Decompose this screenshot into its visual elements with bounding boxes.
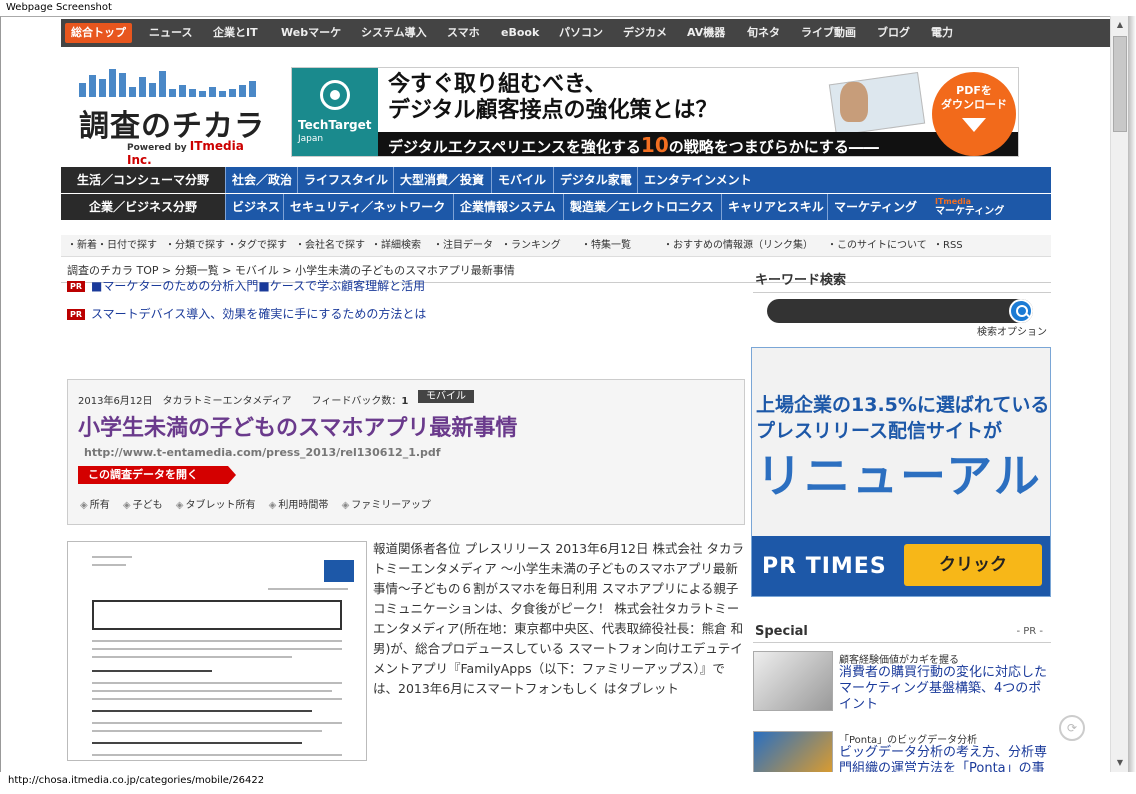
category-enterprise-systems[interactable]: 企業情報システム xyxy=(453,194,562,220)
subnav-new[interactable]: ・新着・日付で探す xyxy=(67,235,157,257)
topnav-item-ebook[interactable]: eBook xyxy=(501,19,539,47)
article-company: タカラトミーエンタメディア xyxy=(162,396,292,407)
category-manufacturing[interactable]: 製造業／エレクトロニクス xyxy=(563,194,720,220)
scroll-down-icon[interactable]: ▼ xyxy=(1111,754,1129,772)
topnav-item-live-video[interactable]: ライブ動画 xyxy=(801,19,856,47)
topnav-item-enterprise-it[interactable]: 企業とIT xyxy=(213,19,258,47)
status-bar: http://chosa.itmedia.co.jp/categories/mo… xyxy=(0,772,1136,794)
search-button[interactable] xyxy=(1009,299,1033,323)
tag-tablet-ownership[interactable]: タブレット所有 xyxy=(176,500,256,511)
press-release-thumbnail[interactable] xyxy=(67,541,367,761)
category-consumption[interactable]: 大型消費／投資 xyxy=(393,167,490,193)
pr-link-2[interactable]: PR スマートデバイス導入、効果を確実に手にするための方法とは xyxy=(67,305,426,322)
category-mobile[interactable]: モバイル xyxy=(491,167,552,193)
special-item[interactable]: 顧客経験価値がカギを握る 消費者の購買行動の変化に対応したマーケティング基盤構築… xyxy=(753,651,1051,721)
keyword-search-heading: キーワード検索 xyxy=(753,269,1051,293)
pdf-download-button[interactable]: PDFを ダウンロード xyxy=(932,72,1016,156)
article-source-url[interactable]: http://www.t-entamedia.com/press_2013/re… xyxy=(84,446,441,459)
article-body: 報道関係者各位 プレスリリース 2013年6月12日 株式会社 タカラトミーエン… xyxy=(373,541,744,696)
logo-powered-by: Powered by ITmedia Inc. xyxy=(127,139,244,167)
techtarget-logo: TechTarget Japan xyxy=(292,68,378,156)
site-logo[interactable]: 調査のチカラ Powered by ITmedia Inc. xyxy=(79,65,269,167)
category-digital-appliances[interactable]: デジタル家電 xyxy=(553,167,638,193)
tag-children[interactable]: 子ども xyxy=(123,500,163,511)
keyword-search-input[interactable] xyxy=(767,299,1033,323)
window-shadow xyxy=(1128,16,1136,772)
top-ad-banner[interactable]: TechTarget Japan 今すぐ取り組むべき、 デジタル顧客接点の強化策… xyxy=(291,67,1019,157)
pr-times-logo: PR TIMES xyxy=(762,554,887,579)
scrollbar-thumb[interactable] xyxy=(1113,36,1127,132)
open-data-button[interactable]: この調査データを開く xyxy=(78,466,236,484)
banner-headline: 今すぐ取り組むべき、 デジタル顧客接点の強化策とは？ xyxy=(388,72,718,123)
business-category-head[interactable]: 企業／ビジネス分野 xyxy=(61,194,225,220)
special-pr-label: - PR - xyxy=(1016,626,1043,637)
topnav-item-smartphone[interactable]: スマホ xyxy=(447,19,480,47)
tag-familyapps[interactable]: ファミリーアップ xyxy=(342,500,431,511)
share-icon[interactable]: ⟳ xyxy=(1059,715,1085,741)
topnav-item-digicam[interactable]: デジカメ xyxy=(623,19,667,47)
business-category-row: 企業／ビジネス分野 ビジネス セキュリティ／ネットワーク 企業情報システム 製造… xyxy=(61,194,1051,220)
topnav-item-trend[interactable]: 旬ネタ xyxy=(747,19,780,47)
pr-badge: PR xyxy=(67,281,86,292)
article-title: 小学生未満の子どものスマホアプリ最新事情 xyxy=(78,416,518,441)
category-career[interactable]: キャリアとスキル xyxy=(721,194,830,220)
consumer-category-head[interactable]: 生活／コンシューマ分野 xyxy=(61,167,225,193)
category-marketing[interactable]: マーケティング xyxy=(827,194,923,220)
pr-times-ad[interactable]: 上場企業の13.5%に選ばれている プレスリリース配信サイトが リニューアル P… xyxy=(751,347,1051,597)
topnav-item-pc[interactable]: パソコン xyxy=(559,19,603,47)
subnav-by-tag[interactable]: ・タグで探す xyxy=(227,235,287,257)
subnav-rss[interactable]: ・RSS xyxy=(933,235,963,257)
category-business[interactable]: ビジネス xyxy=(225,194,286,220)
tag-ownership[interactable]: 所有 xyxy=(80,500,110,511)
consumer-category-row: 生活／コンシューマ分野 社会／政治 ライフスタイル 大型消費／投資 モバイル デ… xyxy=(61,167,1051,193)
top-navigation: 総合トップ ニュース 企業とIT Webマーケ システム導入 スマホ eBook… xyxy=(61,19,1110,47)
subnav-featured[interactable]: ・注目データ xyxy=(433,235,493,257)
banner-person-image xyxy=(840,82,868,122)
ad-click-button[interactable]: クリック xyxy=(904,544,1042,586)
article-meta: 2013年6月12日 タカラトミーエンタメディア フィードバック数：1 xyxy=(78,396,409,407)
topnav-item-top[interactable]: 総合トップ xyxy=(65,23,132,43)
pr-badge: PR xyxy=(67,309,86,320)
search-options-link[interactable]: 検索オプション xyxy=(977,323,1047,338)
vertical-scrollbar[interactable]: ▲ ▼ xyxy=(1110,16,1129,772)
special-item[interactable]: 「Ponta」のビッグデータ分析 ビッグデータ分析の考え方、分析専門組織の運営方… xyxy=(753,731,1051,772)
logo-bars-icon xyxy=(79,65,259,97)
category-society[interactable]: 社会／政治 xyxy=(225,167,298,193)
topnav-item-av[interactable]: AV機器 xyxy=(687,19,725,47)
subnav-recommended[interactable]: ・おすすめの情報源（リンク集） xyxy=(663,235,813,257)
category-lifestyle[interactable]: ライフスタイル xyxy=(297,167,394,193)
download-arrow-icon xyxy=(962,118,986,132)
tag-usage-time[interactable]: 利用時間帯 xyxy=(269,500,329,511)
pr-link-1[interactable]: PR ■マーケターのための分析入門■ケースで学ぶ顧客理解と活用 xyxy=(67,277,425,294)
sub-navigation: ・新着・日付で探す ・分類で探す ・タグで探す ・会社名で探す ・詳細検索 ・注… xyxy=(61,235,1051,257)
subnav-ranking[interactable]: ・ランキング xyxy=(501,235,561,257)
browser-viewport: 総合トップ ニュース 企業とIT Webマーケ システム導入 スマホ eBook… xyxy=(0,16,1110,772)
special-heading: Special - PR - xyxy=(753,621,1051,643)
category-entertainment[interactable]: エンタテインメント xyxy=(637,167,758,193)
topnav-item-web-marketing[interactable]: Webマーケ xyxy=(281,19,341,47)
takara-tomy-logo xyxy=(324,560,354,582)
subnav-by-company[interactable]: ・会社名で探す xyxy=(295,235,365,257)
category-security[interactable]: セキュリティ／ネットワーク xyxy=(283,194,451,220)
subnav-about[interactable]: ・このサイトについて xyxy=(827,235,927,257)
subnav-features[interactable]: ・特集一覧 xyxy=(581,235,631,257)
article-header: 2013年6月12日 タカラトミーエンタメディア フィードバック数：1 モバイル… xyxy=(67,379,745,525)
article-category-badge[interactable]: モバイル xyxy=(418,390,474,403)
banner-strip: デジタルエクスペリエンスを強化する10の戦略をつまびらかにする―― xyxy=(378,132,1018,156)
subnav-advanced-search[interactable]: ・詳細検索 xyxy=(371,235,421,257)
window-title: Webpage Screenshot xyxy=(0,0,1136,16)
eye-icon xyxy=(320,80,350,110)
topnav-item-blog[interactable]: ブログ xyxy=(877,19,910,47)
itmedia-marketing-logo[interactable]: ITmedia マーケティング xyxy=(935,197,1004,217)
article-tags: 所有 子ども タブレット所有 利用時間帯 ファミリーアップ xyxy=(80,496,441,511)
topnav-item-system[interactable]: システム導入 xyxy=(361,19,427,47)
special-item-image xyxy=(753,731,833,772)
scroll-up-icon[interactable]: ▲ xyxy=(1111,16,1129,34)
topnav-item-news[interactable]: ニュース xyxy=(149,19,192,47)
special-item-image xyxy=(753,651,833,711)
subnav-by-category[interactable]: ・分類で探す xyxy=(165,235,225,257)
topnav-item-power[interactable]: 電力 xyxy=(931,19,953,47)
